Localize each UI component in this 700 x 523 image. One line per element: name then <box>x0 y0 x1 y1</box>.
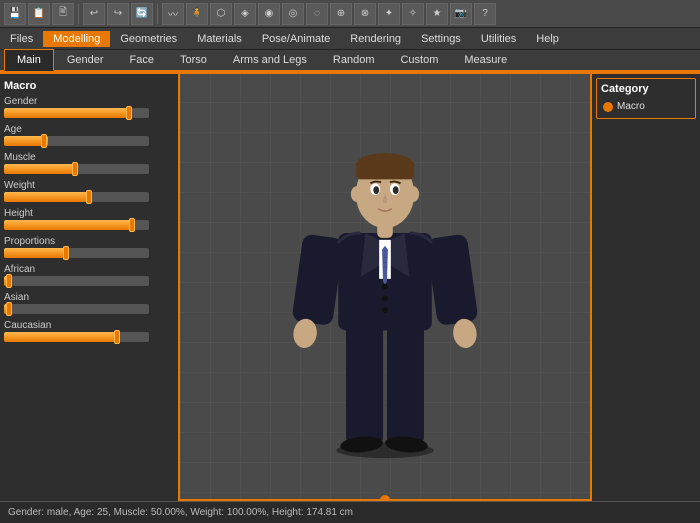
slider-asian-handle[interactable] <box>6 302 12 316</box>
slider-age-label: Age <box>4 124 174 135</box>
toolbar-icon-t5[interactable]: ⊗ <box>354 3 376 25</box>
slider-african-row: African <box>4 264 174 286</box>
tab-arms-legs[interactable]: Arms and Legs <box>220 49 320 71</box>
slider-african-track[interactable] <box>4 276 149 286</box>
toolbar-icon-new[interactable]: 📋 <box>28 3 50 25</box>
toolbar-icon-undo[interactable]: ↩ <box>83 3 105 25</box>
character-svg <box>275 82 495 462</box>
slider-proportions-handle[interactable] <box>63 246 69 260</box>
slider-proportions-fill <box>4 248 69 258</box>
tab-main[interactable]: Main <box>4 49 54 71</box>
main-tab-bar: Main Gender Face Torso Arms and Legs Ran… <box>0 50 700 72</box>
slider-caucasian-fill <box>4 332 120 342</box>
toolbar-icon-pose[interactable]: 〰 <box>162 3 184 25</box>
menu-help[interactable]: Help <box>526 31 569 47</box>
slider-height-label: Height <box>4 208 174 219</box>
toolbar-sep-2 <box>157 4 158 24</box>
statusbar-text: Gender: male, Age: 25, Muscle: 50.00%, W… <box>8 507 353 518</box>
slider-muscle-fill <box>4 164 77 174</box>
tab-custom[interactable]: Custom <box>387 49 451 71</box>
slider-age-handle[interactable] <box>41 134 47 148</box>
slider-caucasian-label: Caucasian <box>4 320 174 331</box>
category-macro-item[interactable]: Macro <box>601 99 691 114</box>
slider-african-label: African <box>4 264 174 275</box>
slider-caucasian-row: Caucasian <box>4 320 174 342</box>
toolbar-icon-redo[interactable]: ↪ <box>107 3 129 25</box>
toolbar-icon-mesh[interactable]: ⬡ <box>210 3 232 25</box>
viewport[interactable] <box>180 72 590 501</box>
toolbar-icon-t1[interactable]: ◉ <box>258 3 280 25</box>
slider-height-handle[interactable] <box>129 218 135 232</box>
menubar: Files Modelling Geometries Materials Pos… <box>0 28 700 50</box>
toolbar-icon-t3[interactable]: ◌ <box>306 3 328 25</box>
toolbar-icon-camera[interactable]: 📷 <box>450 3 472 25</box>
category-macro-label: Macro <box>617 101 645 112</box>
radio-macro[interactable] <box>603 102 613 112</box>
menu-pose-animate[interactable]: Pose/Animate <box>252 31 340 47</box>
toolbar-icon-skin[interactable]: ◈ <box>234 3 256 25</box>
menu-files[interactable]: Files <box>0 31 43 47</box>
toolbar-icon-t7[interactable]: ✧ <box>402 3 424 25</box>
body-layout: Macro Gender Age Muscle <box>0 72 700 501</box>
slider-weight-handle[interactable] <box>86 190 92 204</box>
statusbar: Gender: male, Age: 25, Muscle: 50.00%, W… <box>0 501 700 523</box>
category-box: Category Macro <box>596 78 696 119</box>
viewport-border-top <box>180 72 590 74</box>
menu-rendering[interactable]: Rendering <box>340 31 411 47</box>
tab-torso[interactable]: Torso <box>167 49 220 71</box>
toolbar-sep-1 <box>78 4 79 24</box>
toolbar-icon-open[interactable]: 🖹 <box>52 3 74 25</box>
toolbar-icon-t6[interactable]: ✦ <box>378 3 400 25</box>
left-panel: Macro Gender Age Muscle <box>0 72 180 501</box>
slider-proportions-track[interactable] <box>4 248 149 258</box>
slider-weight-row: Weight <box>4 180 174 202</box>
slider-muscle-track[interactable] <box>4 164 149 174</box>
slider-muscle-handle[interactable] <box>72 162 78 176</box>
slider-proportions-label: Proportions <box>4 236 174 247</box>
slider-asian-row: Asian <box>4 292 174 314</box>
menu-materials[interactable]: Materials <box>187 31 252 47</box>
slider-asian-label: Asian <box>4 292 174 303</box>
toolbar-icon-t8[interactable]: ★ <box>426 3 448 25</box>
toolbar-icon-t4[interactable]: ⊕ <box>330 3 352 25</box>
slider-height-row: Height <box>4 208 174 230</box>
toolbar-icon-save[interactable]: 💾 <box>4 3 26 25</box>
macro-title: Macro <box>4 80 174 92</box>
slider-weight-track[interactable] <box>4 192 149 202</box>
slider-gender-row: Gender <box>4 96 174 118</box>
right-panel: Category Macro <box>590 72 700 501</box>
tab-random[interactable]: Random <box>320 49 388 71</box>
slider-weight-fill <box>4 192 91 202</box>
menu-geometries[interactable]: Geometries <box>110 31 187 47</box>
slider-gender-handle[interactable] <box>126 106 132 120</box>
slider-height-track[interactable] <box>4 220 149 230</box>
slider-gender-track[interactable] <box>4 108 149 118</box>
slider-height-fill <box>4 220 135 230</box>
slider-gender-fill <box>4 108 127 118</box>
slider-muscle-label: Muscle <box>4 152 174 163</box>
slider-age-track[interactable] <box>4 136 149 146</box>
slider-age-row: Age <box>4 124 174 146</box>
category-title: Category <box>601 83 691 95</box>
menu-settings[interactable]: Settings <box>411 31 471 47</box>
slider-caucasian-handle[interactable] <box>114 330 120 344</box>
slider-proportions-row: Proportions <box>4 236 174 258</box>
slider-asian-track[interactable] <box>4 304 149 314</box>
toolbar: 💾 📋 🖹 ↩ ↪ 🔄 〰 🧍 ⬡ ◈ ◉ ◎ ◌ ⊕ ⊗ ✦ ✧ ★ 📷 ? <box>0 0 700 28</box>
slider-african-handle[interactable] <box>6 274 12 288</box>
character-figure <box>275 82 495 462</box>
tab-face[interactable]: Face <box>117 49 167 71</box>
menu-modelling[interactable]: Modelling <box>43 31 110 47</box>
slider-caucasian-track[interactable] <box>4 332 149 342</box>
viewport-nav-dot[interactable] <box>380 495 390 501</box>
toolbar-icon-reset[interactable]: 🔄 <box>131 3 153 25</box>
menu-utilities[interactable]: Utilities <box>471 31 526 47</box>
toolbar-icon-help[interactable]: ? <box>474 3 496 25</box>
toolbar-icon-t2[interactable]: ◎ <box>282 3 304 25</box>
tab-measure[interactable]: Measure <box>451 49 520 71</box>
tab-gender[interactable]: Gender <box>54 49 117 71</box>
slider-muscle-row: Muscle <box>4 152 174 174</box>
toolbar-icon-figure[interactable]: 🧍 <box>186 3 208 25</box>
slider-gender-label: Gender <box>4 96 174 107</box>
